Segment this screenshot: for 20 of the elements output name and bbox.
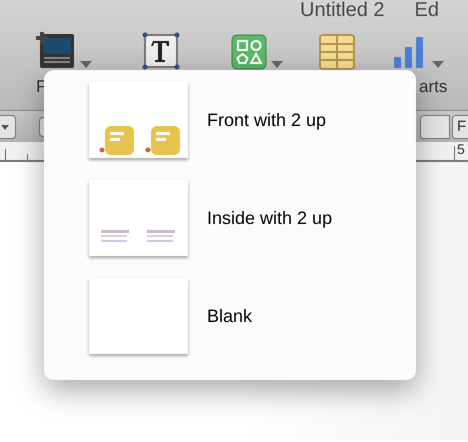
field[interactable]	[420, 115, 450, 139]
picture-icon	[36, 30, 76, 70]
template-thumbnail[interactable]	[89, 180, 188, 256]
window-title: Untitled 2	[300, 0, 384, 20]
caret-icon[interactable]	[80, 61, 92, 68]
format-button[interactable]: F	[452, 115, 468, 139]
text-box-icon	[142, 32, 180, 70]
ruler-number: 5	[457, 142, 465, 156]
template-name[interactable]: Blank	[207, 302, 252, 330]
table-icon	[319, 34, 355, 70]
template-thumbnail[interactable]	[89, 82, 188, 158]
caret-icon[interactable]	[271, 61, 283, 68]
dropdown-button[interactable]	[0, 115, 16, 139]
caret-icon	[1, 124, 9, 130]
template-thumbnail[interactable]	[89, 278, 188, 354]
template-name[interactable]: Inside with 2 up	[207, 204, 332, 232]
window-title-suffix: Ed	[414, 0, 439, 20]
template-name[interactable]: Front with 2 up	[207, 106, 326, 134]
toolbar-label: arts	[419, 78, 448, 95]
caret-icon[interactable]	[432, 61, 444, 68]
